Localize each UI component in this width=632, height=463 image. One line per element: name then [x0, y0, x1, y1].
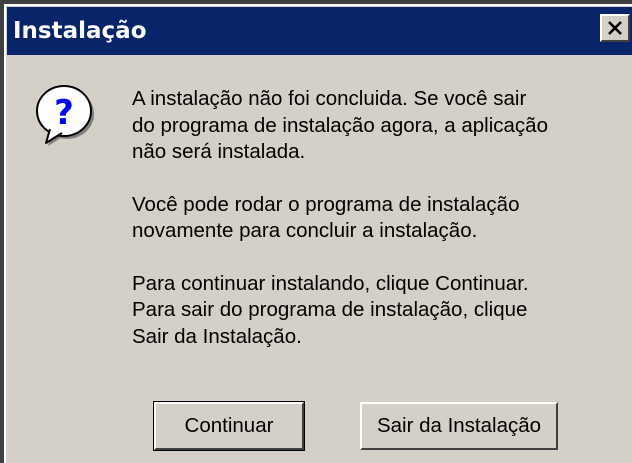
setup-dialog: Instalação ? A instalação não foi conclu… — [0, 0, 632, 463]
message-line: do programa de instalação agora, a aplic… — [132, 113, 548, 137]
message-line: Você pode rodar o programa de instalação — [132, 192, 520, 216]
message-paragraph-3: Para continuar instalando, clique Contin… — [132, 271, 612, 351]
question-icon: ? — [36, 85, 94, 146]
close-icon — [608, 21, 622, 35]
close-button[interactable] — [600, 14, 630, 42]
message-paragraph-1: A instalação não foi concluida. Se você … — [132, 86, 612, 166]
message-line: Para sair do programa de instalação, cli… — [132, 298, 528, 321]
continue-button[interactable]: Continuar — [153, 401, 305, 451]
message-line: Sair da Instalação. — [132, 324, 302, 348]
svg-text:?: ? — [54, 93, 74, 133]
message-line: Para continuar instalando, clique Contin… — [132, 271, 529, 295]
message-line: novamente para concluir a instalação. — [132, 219, 478, 242]
exit-setup-button[interactable]: Sair da Instalação — [360, 402, 558, 450]
message-line: A instalação não foi concluida. Se você … — [132, 87, 527, 110]
message-line: não será instalada. — [132, 140, 306, 163]
message-paragraph-2: Você pode rodar o programa de instalação… — [132, 192, 612, 245]
message-text: A instalação não foi concluida. Se você … — [132, 86, 612, 376]
title-bar[interactable]: Instalação — [7, 7, 632, 55]
window-title: Instalação — [13, 18, 147, 44]
